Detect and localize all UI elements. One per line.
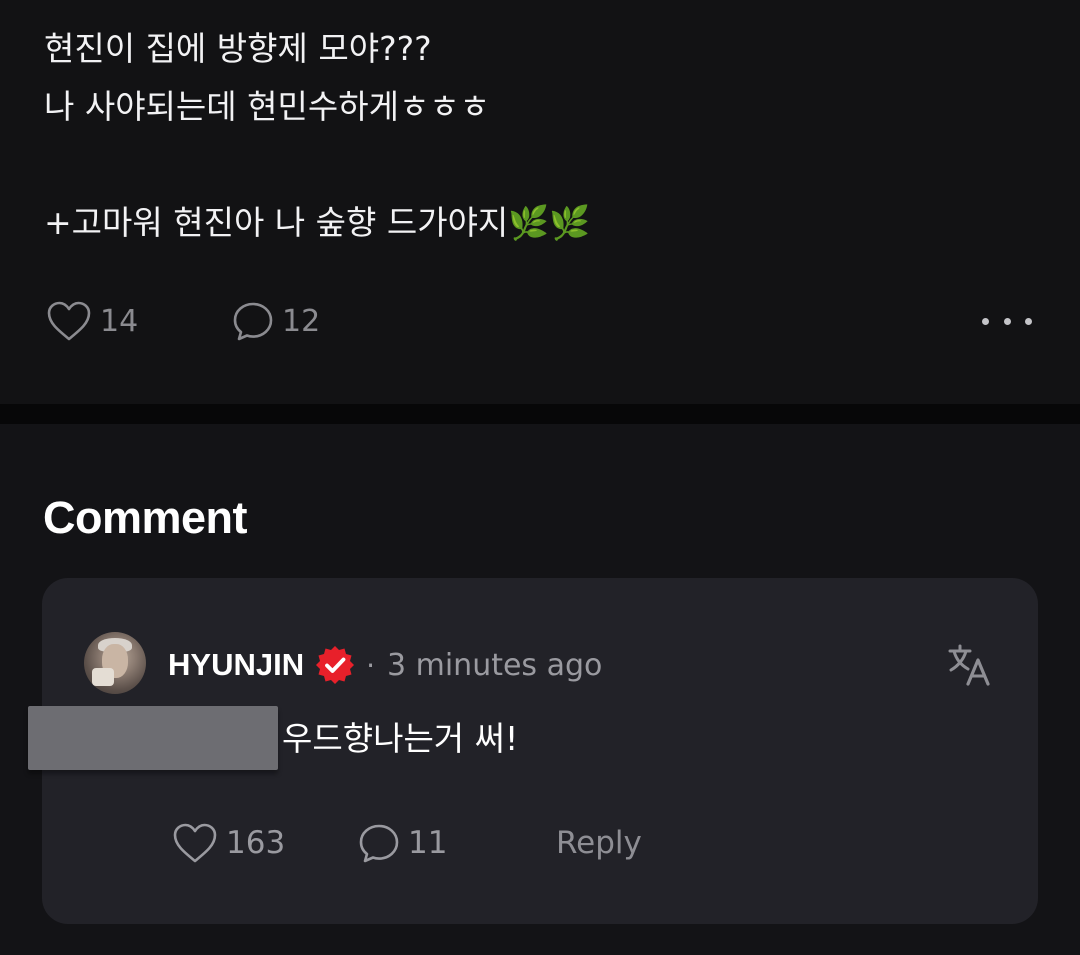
- author-name[interactable]: HYUNJIN: [168, 647, 304, 683]
- avatar[interactable]: [84, 632, 146, 694]
- comment-timestamp: 3 minutes ago: [387, 647, 603, 683]
- post-like-button[interactable]: 14: [46, 296, 138, 346]
- more-dots-icon[interactable]: [982, 306, 1032, 336]
- post: 현진이 집에 방향제 모야??? 나 사야되는데 현민수하게ㅎㅎㅎ +고마워 현…: [0, 0, 1080, 404]
- translate-icon[interactable]: [946, 642, 992, 688]
- post-actions: 14 12: [0, 296, 1080, 346]
- post-comment-button[interactable]: 12: [232, 296, 320, 346]
- speech-bubble-icon: [233, 302, 273, 341]
- comment-reply-count: 11: [408, 825, 448, 861]
- comments-title: Comment: [43, 492, 248, 543]
- section-divider: [0, 404, 1080, 424]
- dot: [982, 317, 989, 325]
- dot: [1003, 317, 1011, 325]
- comment-meta: HYUNJIN · 3 minutes ago: [168, 640, 602, 690]
- comment-card: HYUNJIN · 3 minutes ago 우드향나는거 써! 163 11…: [28, 578, 1038, 924]
- heart-icon: [47, 301, 91, 341]
- meta-separator: ·: [366, 648, 375, 682]
- verified-badge-icon: [316, 646, 355, 684]
- comment-like-button[interactable]: 163: [172, 818, 285, 868]
- heart-icon: [173, 823, 217, 863]
- avatar-cup: [92, 668, 114, 686]
- post-like-count: 14: [100, 303, 139, 339]
- comments-section: Comment HYUNJIN · 3 minutes ago 우드향나는거 써…: [0, 424, 1080, 955]
- comment-reply-count-button[interactable]: 11: [358, 818, 447, 868]
- comment-like-count: 163: [226, 825, 286, 861]
- post-text: 현진이 집에 방향제 모야??? 나 사야되는데 현민수하게ㅎㅎㅎ +고마워 현…: [44, 29, 591, 242]
- comment-body: 우드향나는거 써!: [282, 719, 519, 758]
- speech-bubble-icon: [359, 824, 399, 863]
- dot: [1025, 317, 1032, 325]
- post-comment-count: 12: [282, 303, 321, 339]
- redaction-box: [28, 706, 278, 770]
- reply-button[interactable]: Reply: [556, 818, 642, 868]
